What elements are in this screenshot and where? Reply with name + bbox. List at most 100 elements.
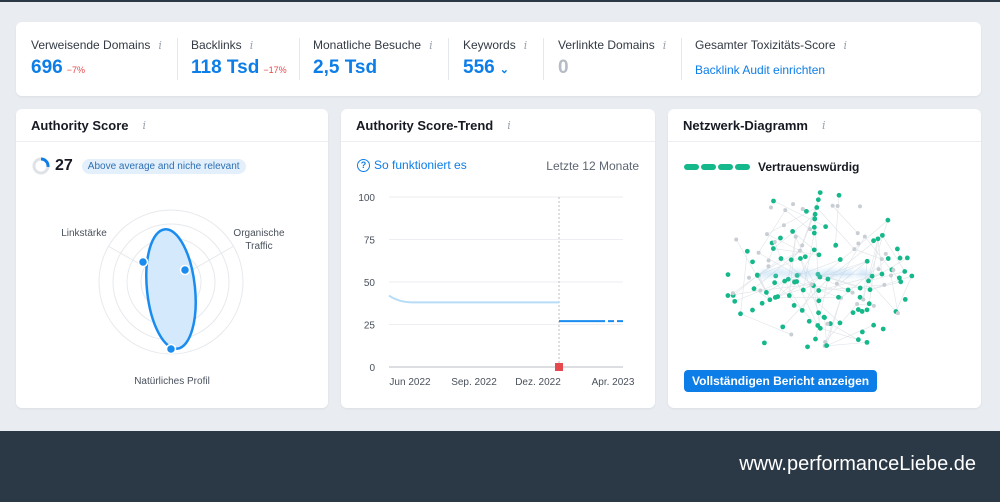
marker-flag[interactable] (555, 363, 563, 371)
backlink-audit-link[interactable]: Backlink Audit einrichten (695, 63, 847, 77)
network-node (875, 236, 881, 242)
network-node (817, 190, 823, 196)
network-node (894, 246, 900, 252)
info-icon[interactable]: i (524, 39, 528, 52)
network-node (857, 285, 863, 291)
network-node (800, 206, 805, 211)
y-tick-label: 100 (358, 193, 375, 204)
radar-label-natural: Natürliches Profil (134, 376, 210, 387)
series-line-previous (388, 294, 559, 304)
stat-linked-domains[interactable]: Verlinkte Domains i 0 (558, 38, 666, 79)
info-icon[interactable]: i (250, 39, 254, 52)
divider (299, 38, 300, 80)
network-node (808, 227, 813, 232)
network-node (747, 275, 752, 280)
info-icon[interactable]: i (429, 39, 433, 52)
network-node (882, 282, 887, 287)
radar-area (145, 228, 197, 350)
network-node (811, 247, 817, 253)
x-tick-label: Apr. 2023 (592, 377, 635, 388)
divider (448, 38, 449, 80)
network-node (864, 258, 870, 264)
network-node (816, 298, 822, 304)
authority-score-card: Authority Score i 27 Above average and ni… (16, 109, 328, 408)
network-node (876, 267, 881, 272)
network-node (767, 297, 773, 303)
network-node (814, 205, 820, 210)
stat-label: Backlinks (191, 38, 242, 52)
network-node (763, 290, 769, 295)
y-tick-label: 50 (364, 278, 376, 289)
authority-trend-card: Authority Score-Trend i ? So funktioniert … (341, 109, 655, 408)
network-node (788, 257, 794, 263)
info-icon[interactable]: i (143, 119, 147, 132)
network-node (866, 301, 872, 307)
network-node (759, 300, 765, 306)
network-node (885, 217, 891, 223)
radar-point[interactable] (137, 256, 149, 268)
network-node (750, 307, 755, 313)
radar-point[interactable] (179, 264, 191, 276)
stat-backlinks[interactable]: Backlinks i 118 Tsd −17% (191, 38, 287, 79)
full-report-button[interactable]: Vollständigen Bericht anzeigen (684, 370, 878, 392)
network-node (756, 250, 761, 255)
network-node (770, 246, 776, 251)
network-node (880, 326, 886, 332)
network-node (885, 256, 891, 261)
network-node (864, 307, 870, 313)
stat-value[interactable]: 556 (463, 57, 495, 79)
network-node (758, 288, 763, 293)
info-icon[interactable]: i (844, 39, 848, 52)
stat-monthly-visits[interactable]: Monatliche Besuche i 2,5 Tsd (313, 38, 433, 79)
network-node (867, 287, 873, 293)
card-title: Authority Score-Trend (356, 117, 494, 133)
network-node (781, 223, 786, 228)
network-node (852, 247, 857, 252)
network-node (734, 237, 739, 242)
network-node (730, 291, 735, 296)
info-icon[interactable]: i (822, 119, 826, 132)
stat-keywords[interactable]: Keywords i 556 ⌄ (463, 38, 527, 79)
stat-toxicity: Gesamter Toxizitäts-Score i Backlink Audi… (695, 38, 847, 77)
network-node (791, 303, 797, 308)
info-icon[interactable]: i (663, 39, 667, 52)
stat-label: Verweisende Domains (31, 38, 151, 52)
network-node (855, 307, 861, 312)
network-node (837, 320, 843, 326)
network-node (879, 257, 884, 262)
network-node (766, 258, 771, 263)
stat-value[interactable]: 2,5 Tsd (313, 57, 377, 79)
network-node (798, 256, 803, 261)
divider (681, 38, 682, 80)
stat-value[interactable]: 118 Tsd (191, 57, 259, 79)
radar-label-traffic: Traffic (245, 241, 272, 252)
network-node (879, 271, 885, 277)
network-node (816, 252, 822, 258)
stat-change: −17% (263, 65, 287, 75)
info-icon[interactable]: i (507, 119, 511, 132)
network-node (802, 254, 808, 260)
x-tick-label: Dez. 2022 (515, 377, 561, 388)
network-node (765, 232, 770, 237)
network-node (780, 324, 786, 330)
radar-chart: Linkstärke Organische Traffic Natürliche… (61, 209, 285, 387)
network-node (769, 205, 774, 210)
network-node (738, 311, 743, 317)
network-node (816, 288, 822, 293)
info-icon[interactable]: i (158, 39, 162, 52)
network-node (789, 332, 794, 337)
radar-point[interactable] (165, 343, 177, 355)
card-title: Netzwerk-Diagramm (683, 117, 808, 133)
network-node (805, 344, 810, 350)
stat-change: −7% (66, 65, 85, 75)
network-node (750, 259, 755, 265)
network-node (858, 204, 863, 209)
network-node (778, 235, 783, 241)
stat-value[interactable]: 696 (31, 57, 63, 79)
network-node (804, 208, 809, 214)
stat-referring-domains[interactable]: Verweisende Domains i 696 −7% (31, 38, 162, 79)
network-node (871, 238, 876, 244)
chevron-down-icon[interactable]: ⌄ (500, 63, 509, 76)
x-tick-label: Sep. 2022 (451, 377, 497, 388)
network-node (904, 255, 910, 261)
